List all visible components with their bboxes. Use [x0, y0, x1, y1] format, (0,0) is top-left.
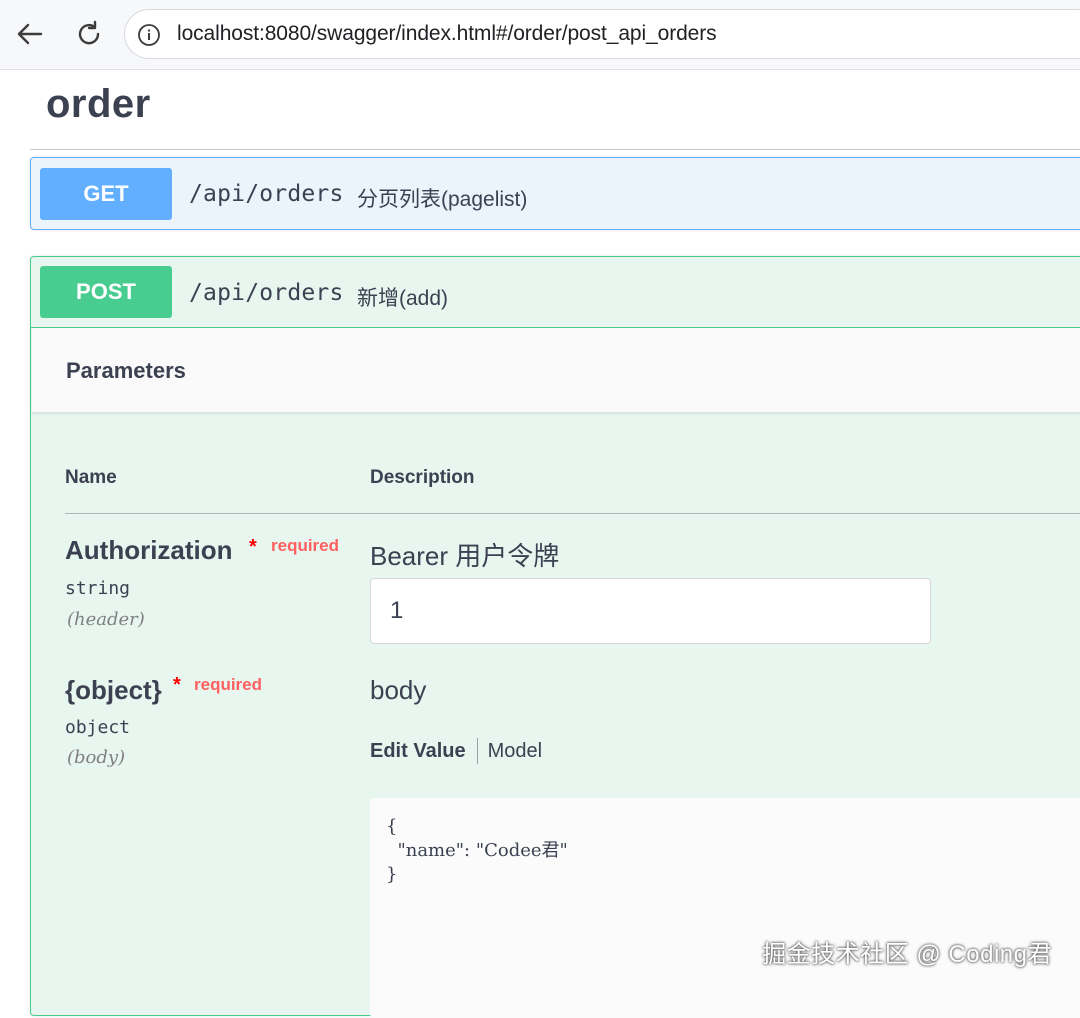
body-editor[interactable]: { "name": "Codee君" }: [370, 798, 1080, 1018]
operation-summary: 分页列表(pagelist): [357, 188, 528, 211]
parameters-title: Parameters: [66, 358, 186, 383]
site-info-icon[interactable]: [137, 23, 161, 47]
tab-separator: [476, 738, 478, 764]
tag-divider: [30, 149, 1080, 150]
column-header-rule: [65, 513, 1080, 514]
address-bar[interactable]: localhost:8080/swagger/index.html#/order…: [124, 9, 1080, 59]
body-tabs: Edit Value Model: [370, 738, 542, 764]
watermark: 掘金技术社区 @ Coding君: [762, 941, 1052, 968]
operation-path[interactable]: /api/orders: [189, 280, 344, 306]
operation-get-orders[interactable]: GET /api/orders 分页列表(pagelist): [30, 157, 1080, 230]
param-type: object: [65, 717, 131, 738]
param-description: body: [370, 675, 427, 705]
reload-icon[interactable]: [71, 16, 107, 52]
column-header-description: Description: [370, 467, 475, 488]
method-badge-post[interactable]: POST: [40, 266, 172, 318]
required-star: *: [173, 674, 181, 696]
column-header-name: Name: [65, 467, 117, 488]
operation-post-orders: POST /api/orders 新增(add) Parameters Name…: [30, 256, 1080, 1018]
browser-toolbar: localhost:8080/swagger/index.html#/order…: [0, 0, 1080, 70]
body-text[interactable]: { "name": "Codee君" }: [386, 815, 568, 887]
required-label: required: [194, 675, 263, 694]
tab-model[interactable]: Model: [488, 740, 542, 763]
param-description: Bearer 用户令牌: [370, 541, 560, 571]
param-name-authorization: Authorization: [65, 535, 233, 565]
authorization-input[interactable]: 1: [370, 578, 931, 644]
url-text: localhost:8080/swagger/index.html#/order…: [177, 22, 717, 45]
method-badge-get: GET: [40, 168, 172, 220]
param-in: (body): [67, 747, 126, 768]
tab-edit-value[interactable]: Edit Value: [370, 740, 466, 763]
operation-path: /api/orders: [189, 181, 344, 207]
operation-summary[interactable]: 新增(add): [357, 282, 448, 312]
required-star: *: [249, 536, 257, 558]
param-type: string: [65, 578, 131, 599]
tag-title[interactable]: order: [46, 82, 151, 127]
parameters-section-header: Parameters: [32, 328, 1080, 413]
back-arrow-icon[interactable]: [12, 16, 48, 52]
param-in: (header): [67, 609, 145, 630]
param-name-object: {object}: [65, 675, 162, 705]
required-label: required: [271, 536, 340, 555]
